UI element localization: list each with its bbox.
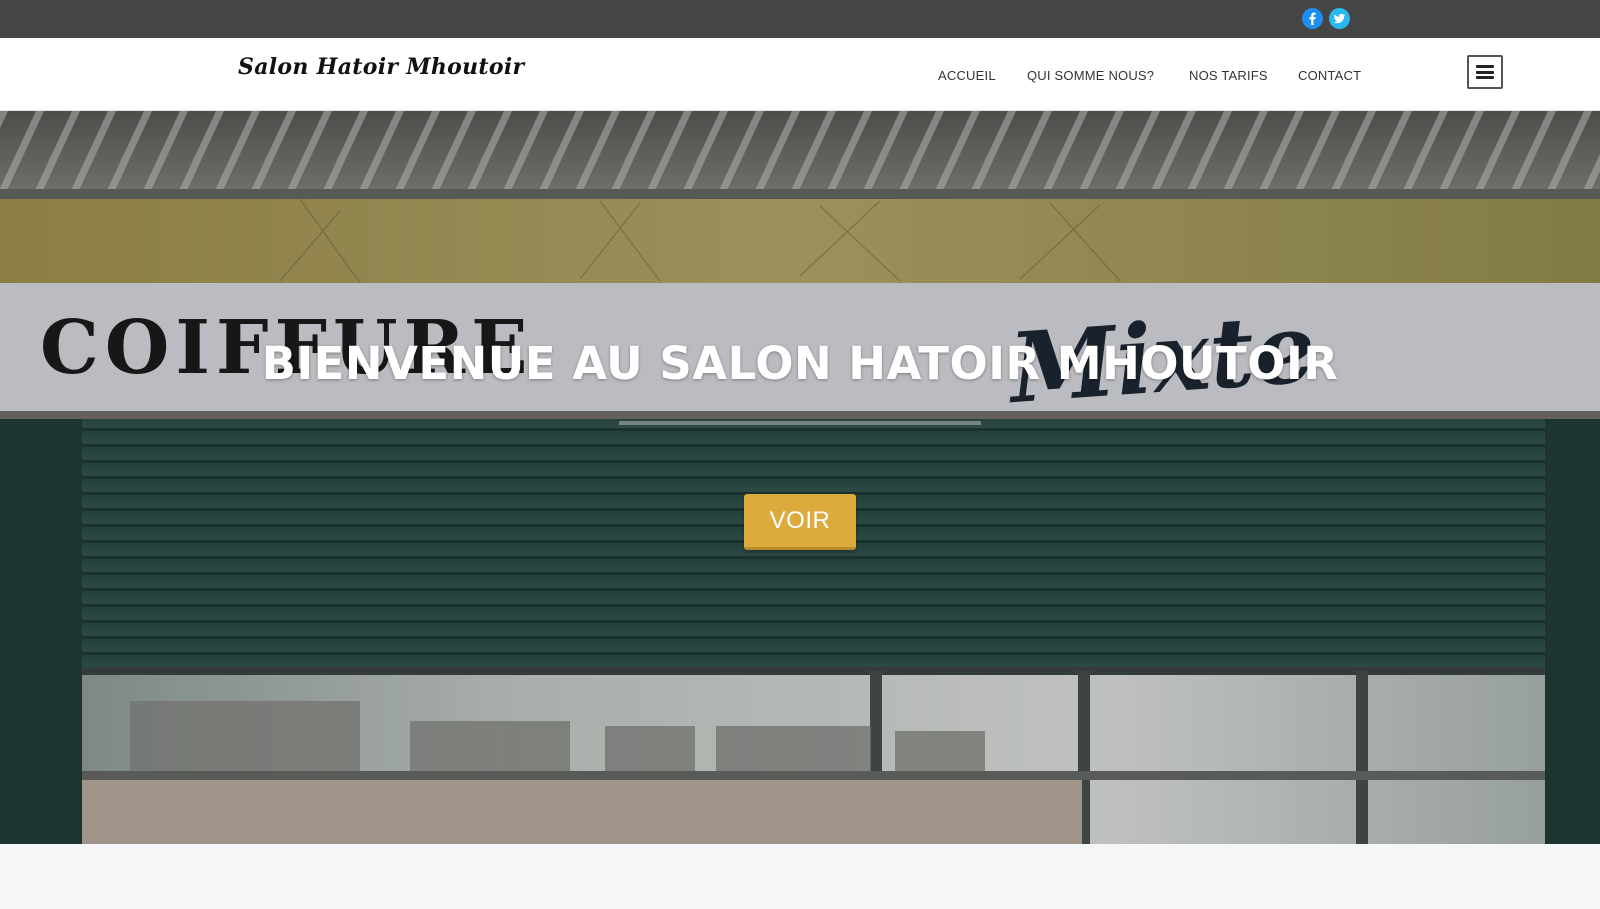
hero-divider	[619, 421, 981, 425]
nav-item-contact[interactable]: CONTACT	[1298, 68, 1361, 83]
voir-button[interactable]: VOIR	[744, 494, 856, 550]
nav-item-accueil[interactable]: ACCUEIL	[938, 68, 996, 83]
hero-title: BIENVENUE AU SALON HATOIR MHOUTOIR	[261, 337, 1339, 390]
top-social-bar	[0, 0, 1600, 38]
nav-item-nos-tarifs[interactable]: NOS TARIFS	[1189, 68, 1268, 83]
twitter-icon[interactable]	[1329, 8, 1350, 29]
hero-overlay	[0, 111, 1600, 844]
below-fold-section	[0, 844, 1600, 909]
hero-section: COIFFURE Mixte BIENVENUE AU SALON HATOIR…	[0, 111, 1600, 844]
nav-item-qui-somme-nous[interactable]: QUI SOMME NOUS?	[1027, 68, 1154, 83]
site-header: Salon Hatoir Mhoutoir ACCUEIL QUI SOMME …	[0, 38, 1600, 111]
hamburger-menu-icon[interactable]	[1467, 55, 1503, 89]
facebook-icon[interactable]	[1302, 8, 1323, 29]
site-logo[interactable]: Salon Hatoir Mhoutoir	[238, 54, 524, 80]
